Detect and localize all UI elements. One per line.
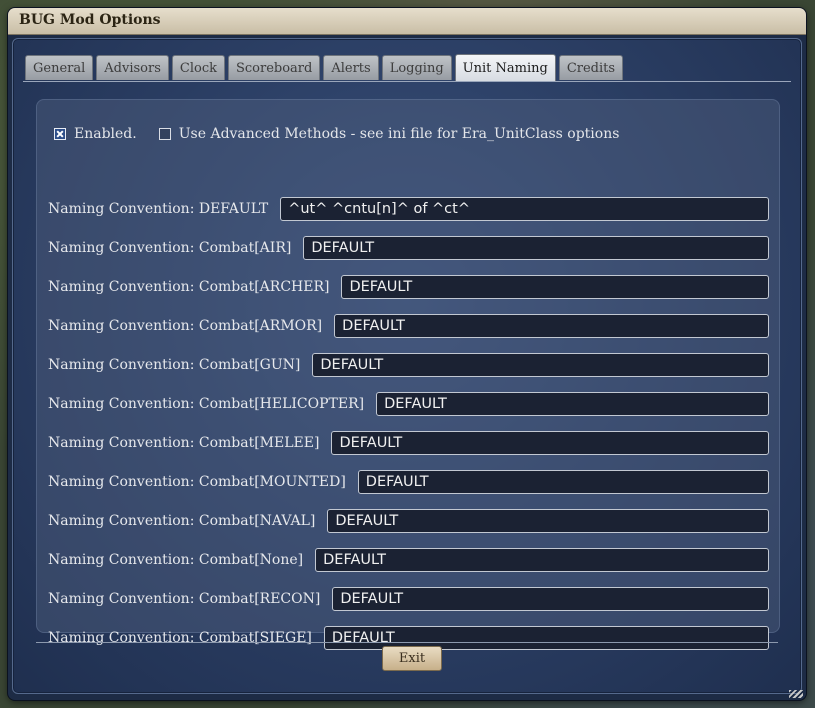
convention-input-melee[interactable]: DEFAULT [331, 430, 769, 455]
options-frame: General Advisors Clock Scoreboard Alerts… [12, 38, 802, 694]
convention-input-naval[interactable]: DEFAULT [327, 508, 769, 533]
title-bar[interactable]: BUG Mod Options [8, 8, 806, 35]
convention-row-naval: Naming Convention: Combat[NAVAL] DEFAULT [48, 508, 769, 533]
convention-label: Naming Convention: Combat[GUN] [48, 356, 301, 373]
convention-label: Naming Convention: DEFAULT [48, 200, 269, 217]
convention-label: Naming Convention: Combat[NAVAL] [48, 512, 316, 529]
convention-label: Naming Convention: Combat[MOUNTED] [48, 473, 346, 490]
window-title: BUG Mod Options [19, 12, 161, 28]
tab-advisors[interactable]: Advisors [96, 55, 169, 80]
convention-row-air: Naming Convention: Combat[AIR] DEFAULT [48, 235, 769, 260]
resize-grip-icon[interactable] [789, 690, 803, 698]
convention-label: Naming Convention: Combat[AIR] [48, 239, 292, 256]
convention-label: Naming Convention: Combat[MELEE] [48, 434, 320, 451]
convention-input-air[interactable]: DEFAULT [303, 235, 769, 260]
unit-naming-panel: Enabled. Use Advanced Methods - see ini … [36, 99, 780, 650]
tab-unit-naming[interactable]: Unit Naming [454, 54, 556, 81]
convention-label: Naming Convention: Combat[SIEGE] [48, 629, 312, 646]
exit-button[interactable]: Exit [382, 646, 442, 671]
convention-input-archer[interactable]: DEFAULT [341, 274, 769, 299]
convention-row-melee: Naming Convention: Combat[MELEE] DEFAULT [48, 430, 769, 455]
tab-logging[interactable]: Logging [381, 55, 452, 80]
convention-input-helicopter[interactable]: DEFAULT [376, 391, 769, 416]
convention-row-gun: Naming Convention: Combat[GUN] DEFAULT [48, 352, 769, 377]
convention-input-none[interactable]: DEFAULT [315, 547, 769, 572]
convention-label: Naming Convention: Combat[HELICOPTER] [48, 395, 365, 412]
convention-label: Naming Convention: Combat[ARCHER] [48, 278, 330, 295]
convention-input-armor[interactable]: DEFAULT [334, 313, 769, 338]
convention-row-recon: Naming Convention: Combat[RECON] DEFAULT [48, 586, 769, 611]
convention-input-gun[interactable]: DEFAULT [312, 352, 769, 377]
enabled-label: Enabled. [74, 126, 137, 142]
convention-input-mounted[interactable]: DEFAULT [357, 469, 769, 494]
options-row: Enabled. Use Advanced Methods - see ini … [54, 125, 619, 143]
options-window: BUG Mod Options General Advisors Clock S… [8, 8, 806, 700]
convention-label: Naming Convention: Combat[None] [48, 551, 304, 568]
convention-label: Naming Convention: Combat[RECON] [48, 590, 321, 607]
tab-alerts[interactable]: Alerts [323, 55, 379, 80]
advanced-methods-checkbox[interactable] [158, 128, 171, 140]
convention-row-armor: Naming Convention: Combat[ARMOR] DEFAULT [48, 313, 769, 338]
convention-row-default: Naming Convention: DEFAULT ^ut^ ^cntu[n]… [48, 196, 769, 221]
advanced-methods-label: Use Advanced Methods - see ini file for … [178, 126, 620, 142]
convention-input-default[interactable]: ^ut^ ^cntu[n]^ of ^ct^ [280, 196, 769, 221]
tab-divider [23, 81, 791, 82]
convention-row-archer: Naming Convention: Combat[ARCHER] DEFAUL… [48, 274, 769, 299]
tab-clock[interactable]: Clock [171, 55, 225, 80]
convention-row-mounted: Naming Convention: Combat[MOUNTED] DEFAU… [48, 469, 769, 494]
tab-scoreboard[interactable]: Scoreboard [227, 55, 321, 80]
enabled-checkbox[interactable] [54, 128, 66, 140]
convention-input-recon[interactable]: DEFAULT [332, 586, 769, 611]
footer-divider [36, 642, 778, 643]
convention-row-helicopter: Naming Convention: Combat[HELICOPTER] DE… [48, 391, 769, 416]
convention-row-none: Naming Convention: Combat[None] DEFAULT [48, 547, 769, 572]
convention-label: Naming Convention: Combat[ARMOR] [48, 317, 323, 334]
tab-credits[interactable]: Credits [558, 55, 624, 80]
tab-bar: General Advisors Clock Scoreboard Alerts… [25, 54, 626, 81]
tab-general[interactable]: General [25, 55, 94, 80]
